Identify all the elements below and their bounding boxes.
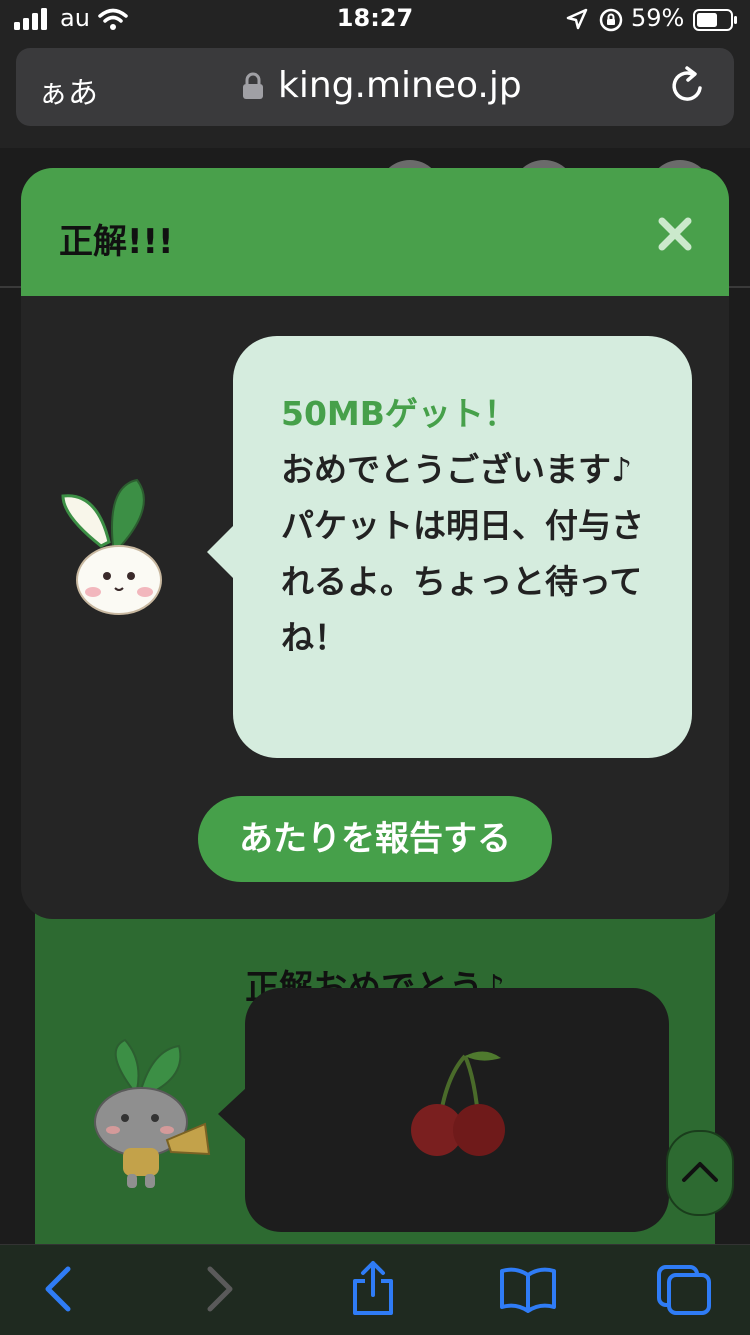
address-bar[interactable]: ぁあ king.mineo.jp xyxy=(16,48,734,126)
speech-bubble xyxy=(245,988,669,1232)
modal-header: 正解!!! xyxy=(21,168,729,296)
battery-icon xyxy=(693,9,739,35)
speech-bubble-tail xyxy=(218,1088,246,1140)
speech-bubble-tail xyxy=(207,524,235,580)
chevron-right-icon[interactable] xyxy=(190,1265,250,1317)
speech-bubble: 50MBゲット！ おめでとうございます♪ パケットは明日、付与されるよ。ちょっと… xyxy=(233,336,692,758)
location-icon xyxy=(566,8,588,34)
mascot-megaphone-icon xyxy=(83,1030,213,1194)
result-panel: 正解おめでとう♪ xyxy=(35,900,715,1260)
browser-chrome: ぁあ king.mineo.jp xyxy=(0,40,750,148)
status-bar: au 18:27 59% xyxy=(0,0,750,40)
close-icon[interactable] xyxy=(657,216,693,256)
chevron-left-icon[interactable] xyxy=(28,1265,88,1317)
reload-icon[interactable] xyxy=(668,66,708,110)
browser-toolbar xyxy=(0,1244,750,1335)
reader-options-button[interactable]: ぁあ xyxy=(38,68,98,112)
mascot-icon xyxy=(57,476,167,620)
share-icon[interactable] xyxy=(343,1259,403,1315)
reward-text: 50MBゲット！ xyxy=(281,394,517,433)
message-body: おめでとうございます♪ パケットは明日、付与されるよ。ちょっと待ってね！ xyxy=(281,450,644,657)
tabs-icon[interactable] xyxy=(654,1263,714,1315)
scroll-to-top-button[interactable] xyxy=(666,1130,734,1216)
report-win-button[interactable]: あたりを報告する xyxy=(198,796,552,882)
message-text: 50MBゲット！ おめでとうございます♪ パケットは明日、付与されるよ。ちょっと… xyxy=(281,386,661,666)
url-text[interactable]: king.mineo.jp xyxy=(278,65,522,106)
battery-percent: 59% xyxy=(631,4,685,32)
cherry-icon xyxy=(405,1048,515,1162)
modal-title: 正解!!! xyxy=(59,222,174,262)
result-modal: 正解!!! 50MBゲット！ おめでとうございます♪ パケットは明日、付与される… xyxy=(21,168,729,919)
lock-icon xyxy=(242,72,264,104)
book-icon[interactable] xyxy=(498,1265,558,1317)
orientation-lock-icon xyxy=(599,8,623,36)
